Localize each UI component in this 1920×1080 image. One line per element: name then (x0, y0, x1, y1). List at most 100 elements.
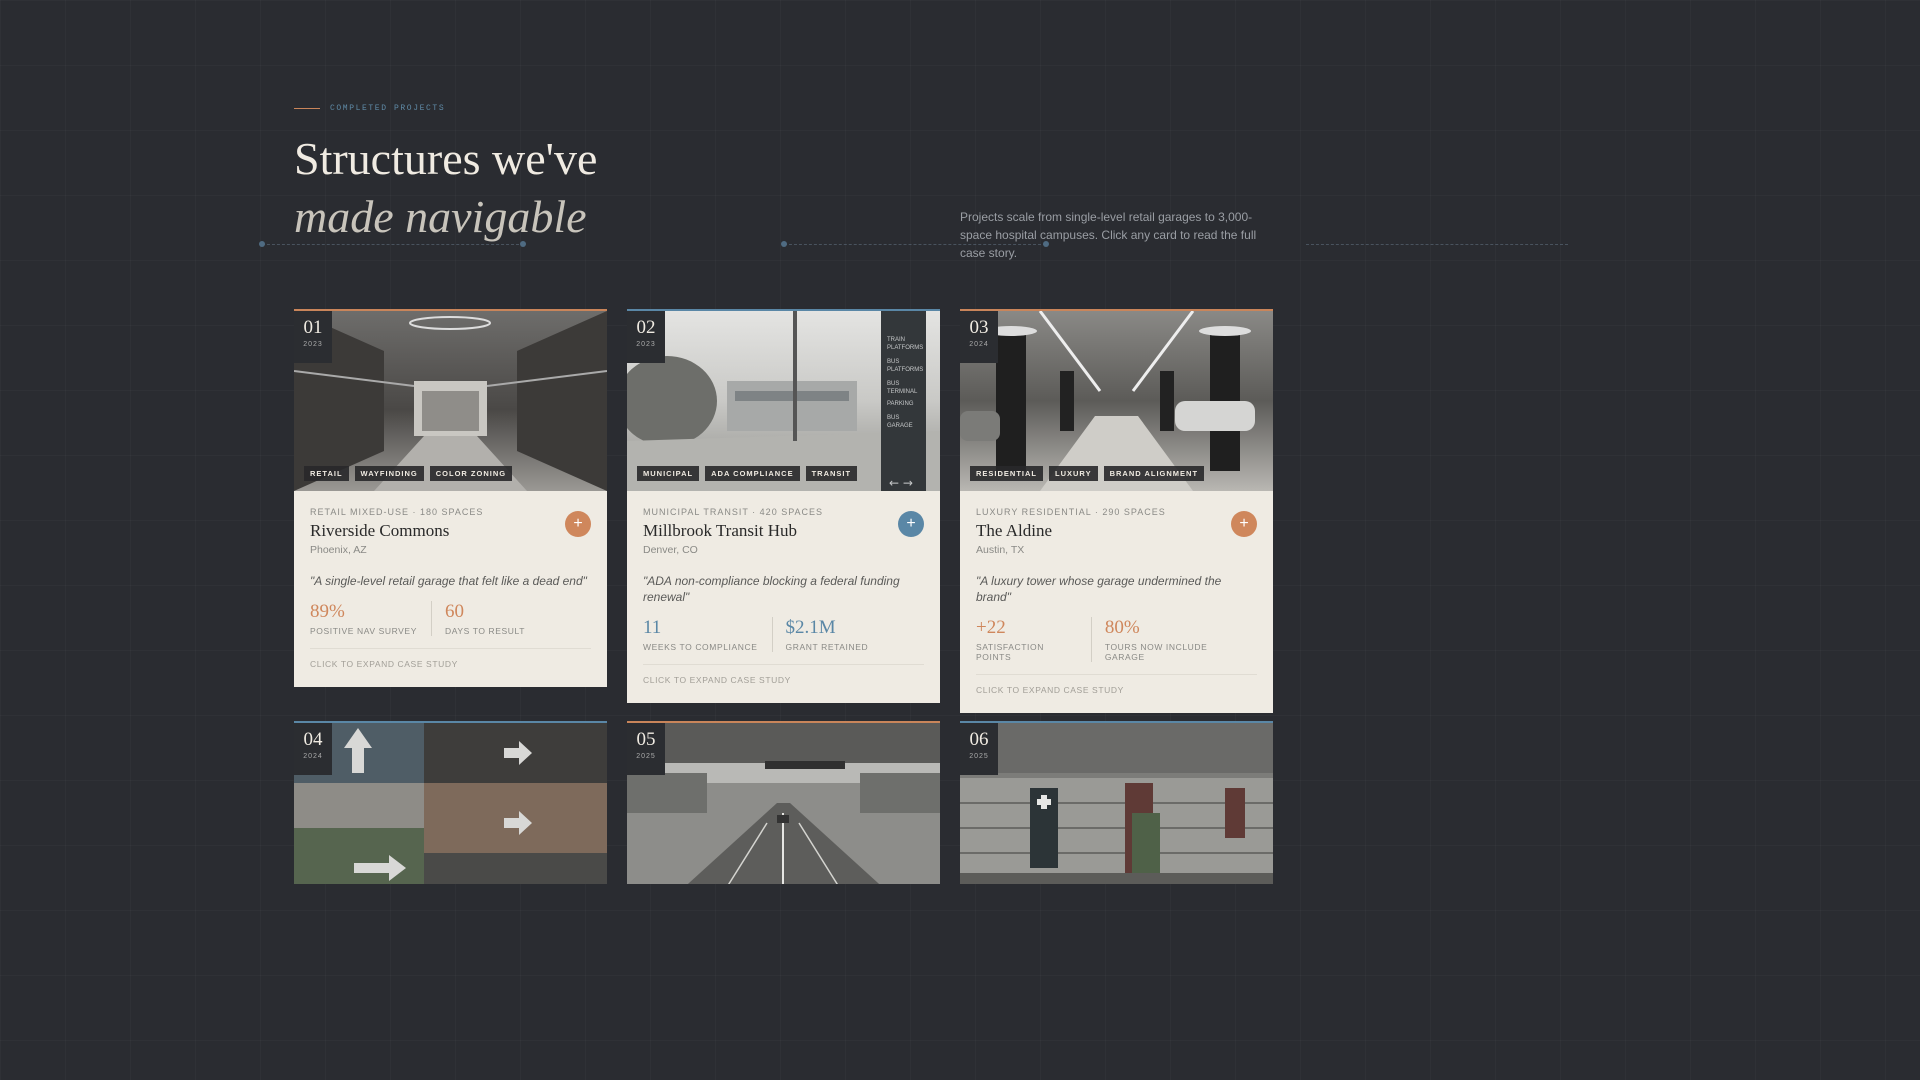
card-year: 2023 (636, 341, 656, 348)
tag: WAYFINDING (354, 466, 424, 481)
card-quote: "ADA non-compliance blocking a federal f… (643, 574, 900, 604)
stat-value: $2.1M (785, 617, 836, 638)
transit-plaza-photo: TRAIN PLATFORMS BUS PLATFORMS BUS TERMINAL … (627, 311, 940, 491)
card-number-badge: 02 2023 (627, 311, 665, 363)
expand-case-study-link[interactable]: CLICK TO EXPAND CASE STUDY (976, 674, 1257, 713)
stat: 80% TOURS NOW INCLUDE GARAGE (1090, 617, 1257, 662)
expand-plus-button[interactable]: + (898, 511, 924, 537)
stat: $2.1M GRANT RETAINED (771, 617, 883, 652)
luxury-garage-photo: 03 2024 RESIDENTIAL LUXURY BRAND ALIGNME… (960, 311, 1273, 491)
stat-value: +22 (976, 617, 1006, 638)
card-location: Denver, CO (643, 544, 698, 556)
page-title-italic: made navigable (294, 191, 587, 242)
project-card-the-aldine[interactable]: 03 2024 RESIDENTIAL LUXURY BRAND ALIGNME… (960, 309, 1273, 713)
stat-label: WEEKS TO COMPLIANCE (643, 642, 758, 652)
card-tags: RESIDENTIAL LUXURY BRAND ALIGNMENT (970, 466, 1205, 481)
svg-text:← →: ← → (889, 476, 913, 490)
roadway-overpass-image (627, 723, 940, 884)
card-title: The Aldine (976, 521, 1053, 540)
project-card-04[interactable]: 04 2024 (294, 721, 607, 884)
transit-plaza-image: TRAINPLATFORMS BUSPLATFORMS BUSTERMINAL … (627, 311, 940, 491)
svg-text:TERMINAL: TERMINAL (887, 389, 918, 395)
stat-value: 60 (444, 601, 464, 622)
eyebrow-label: COMPLETED PROJECTS (330, 104, 446, 113)
card-category: LUXURY RESIDENTIAL · 290 SPACES (976, 507, 1166, 517)
card-category: RETAIL MIXED-USE · 180 SPACES (310, 507, 484, 517)
card-number-badge: 03 2024 (960, 311, 998, 363)
mural-garage-photo: 04 2024 (294, 723, 607, 884)
hospital-campus-image (960, 723, 1273, 884)
stat-label: POSITIVE NAV SURVEY (310, 626, 417, 636)
stat: +22 SATISFACTION POINTS (976, 617, 1091, 662)
card-number: 02 (636, 317, 656, 338)
luxury-garage-image (960, 311, 1273, 491)
card-number-badge: 05 2025 (627, 723, 665, 775)
card-year: 2024 (969, 341, 989, 348)
svg-text:GARAGE: GARAGE (887, 423, 913, 429)
card-stats: 11 WEEKS TO COMPLIANCE $2.1M GRANT RETAI… (643, 617, 924, 652)
guide-dot (1043, 241, 1049, 247)
stat-label: SATISFACTION POINTS (976, 642, 1044, 662)
svg-text:PLATFORMS: PLATFORMS (887, 367, 923, 373)
card-year: 2024 (303, 753, 323, 760)
stat: 60 DAYS TO RESULT (430, 601, 539, 636)
stat: 11 WEEKS TO COMPLIANCE (643, 617, 772, 652)
stat-label: DAYS TO RESULT (444, 626, 526, 636)
project-card-06[interactable]: 06 2025 (960, 721, 1273, 884)
expand-plus-button[interactable]: + (1231, 511, 1257, 537)
svg-text:PARKING: PARKING (887, 401, 914, 407)
card-tags: RETAIL WAYFINDING COLOR ZONING (304, 466, 513, 481)
expand-case-study-link[interactable]: CLICK TO EXPAND CASE STUDY (643, 664, 924, 703)
tag: COLOR ZONING (429, 466, 513, 481)
stat-value: 11 (643, 617, 662, 638)
tag: BRAND ALIGNMENT (1103, 466, 1205, 481)
section-lead: Projects scale from single-level retail … (960, 210, 1257, 260)
stat-value: 89% (310, 601, 345, 622)
tag: MUNICIPAL (637, 466, 700, 481)
project-card-millbrook-transit-hub[interactable]: TRAIN PLATFORMS BUS PLATFORMS BUS TERMINAL … (627, 309, 940, 703)
svg-text:BUS: BUS (887, 415, 899, 421)
svg-text:TRAIN: TRAIN (887, 337, 905, 343)
card-number: 04 (303, 729, 323, 750)
card-stats: +22 SATISFACTION POINTS 80% TOURS NOW IN… (976, 617, 1257, 662)
card-stats: 89% POSITIVE NAV SURVEY 60 DAYS TO RESUL… (310, 601, 591, 636)
tag: RETAIL (304, 466, 349, 481)
card-year: 2023 (303, 341, 323, 348)
card-location: Austin, TX (976, 544, 1025, 556)
tag: LUXURY (1049, 466, 1098, 481)
card-number: 01 (303, 317, 323, 338)
tag: ADA COMPLIANCE (705, 466, 800, 481)
guide-dot (259, 241, 265, 247)
section-eyebrow: COMPLETED PROJECTS (294, 104, 445, 113)
card-number: 05 (636, 729, 656, 750)
expand-plus-button[interactable]: + (565, 511, 591, 537)
stat: 89% POSITIVE NAV SURVEY (310, 601, 431, 636)
card-quote: "A single-level retail garage that felt … (310, 574, 587, 588)
card-year: 2025 (636, 753, 656, 760)
mural-garage-image (294, 723, 607, 884)
guide-dot (781, 241, 787, 247)
card-number-badge: 01 2023 (294, 311, 332, 363)
card-number: 06 (969, 729, 989, 750)
project-card-riverside-commons[interactable]: 01 2023 RETAIL WAYFINDING COLOR ZONING R… (294, 309, 607, 687)
stat-label: TOURS NOW INCLUDE GARAGE (1104, 642, 1208, 662)
card-quote: "A luxury tower whose garage undermined … (976, 574, 1222, 604)
guide-line (262, 244, 524, 245)
expand-case-study-link[interactable]: CLICK TO EXPAND CASE STUDY (310, 648, 591, 687)
card-title: Millbrook Transit Hub (643, 521, 797, 540)
card-number-badge: 06 2025 (960, 723, 998, 775)
card-location: Phoenix, AZ (310, 544, 367, 556)
hospital-campus-photo: 06 2025 (960, 723, 1273, 884)
card-tags: MUNICIPAL ADA COMPLIANCE TRANSIT (637, 466, 858, 481)
stat-label: GRANT RETAINED (785, 642, 869, 652)
guide-dot (520, 241, 526, 247)
eyebrow-rule (294, 108, 320, 109)
parking-atrium-image (294, 311, 607, 491)
guide-line (784, 244, 1046, 245)
tag: TRANSIT (805, 466, 858, 481)
project-card-05[interactable]: 05 2025 (627, 721, 940, 884)
stat-value: 80% (1104, 617, 1140, 638)
roadway-overpass-photo: 05 2025 (627, 723, 940, 884)
svg-text:PLATFORMS: PLATFORMS (887, 345, 923, 351)
card-number-badge: 04 2024 (294, 723, 332, 775)
